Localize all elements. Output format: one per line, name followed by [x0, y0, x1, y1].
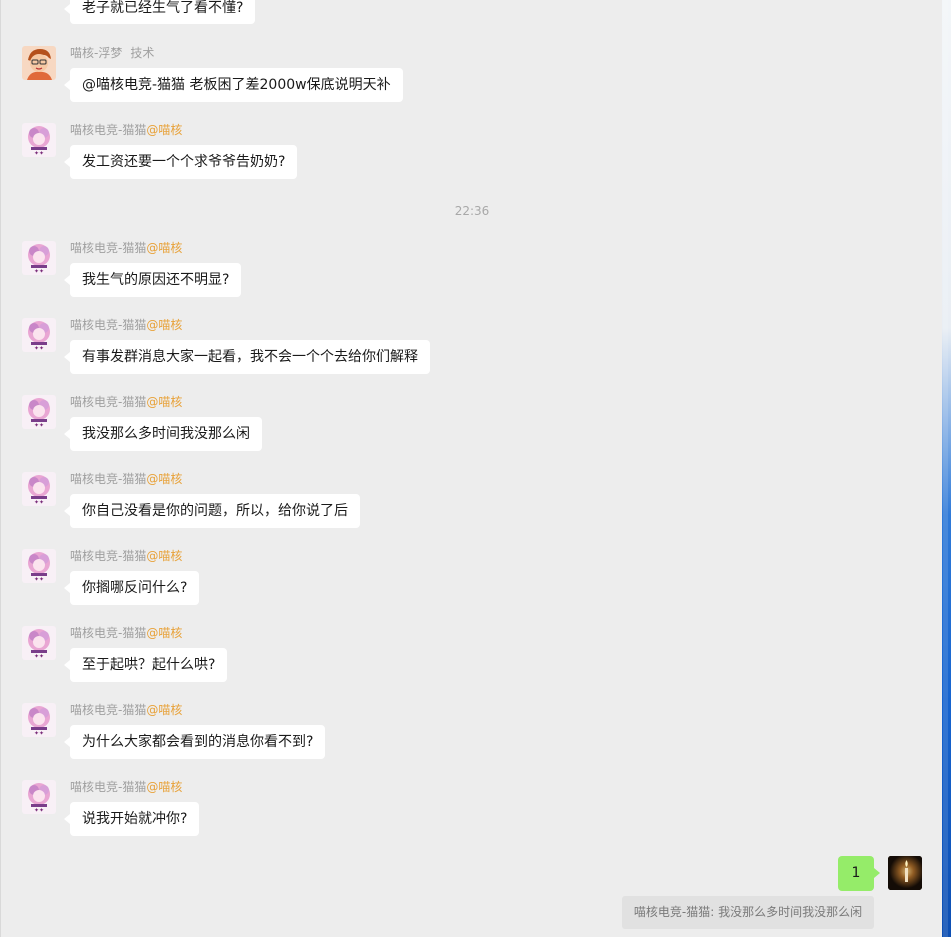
sender-label: 喵核电竞-猫猫 [70, 395, 147, 409]
sender-mention: @喵核 [146, 626, 183, 640]
anime-avatar-icon: ✦✦ [22, 241, 56, 275]
sender-mention: @喵核 [146, 780, 183, 794]
message-bubble[interactable]: 有事发群消息大家一起看，我不会一个个去给你们解释 [64, 340, 430, 374]
sender-label: 喵核-浮梦 [70, 46, 123, 60]
message-bubble-partial[interactable]: 老子就已经生气了看不懂? [63, 0, 256, 24]
anime-avatar-icon: ✦✦ [22, 549, 56, 583]
avatar[interactable]: ✦✦ [22, 703, 56, 737]
message-bubble[interactable]: 你搁哪反问什么? [63, 571, 200, 605]
svg-text:✦✦: ✦✦ [34, 345, 44, 352]
chat-panel: 老子就已经生气了看不懂? 喵核-浮梦 技术 @喵核电竞-猫猫 老板困了差2000w… [0, 0, 943, 937]
sender-mention: @喵核 [146, 549, 183, 563]
anime-avatar-icon: ✦✦ [22, 395, 56, 429]
avatar[interactable]: ✦✦ [22, 318, 56, 352]
avatar[interactable]: ✦✦ [22, 241, 56, 275]
anime-avatar-icon: ✦✦ [22, 318, 56, 352]
message-bubble[interactable]: @喵核电竞-猫猫 老板困了差2000w保底说明天补 [64, 68, 403, 102]
my-avatar[interactable] [888, 856, 922, 890]
cartoon-avatar-icon [22, 46, 56, 80]
sender-label: 喵核电竞-猫猫 [70, 703, 147, 717]
svg-text:✦✦: ✦✦ [34, 576, 44, 583]
scrollbar[interactable] [943, 0, 948, 937]
svg-text:✦✦: ✦✦ [34, 268, 44, 275]
sender-name: 喵核-浮梦 技术 [70, 44, 154, 61]
anime-avatar-icon: ✦✦ [22, 123, 56, 157]
message-bubble[interactable]: 你自己没看是你的问题，所以，给你说了后 [64, 494, 360, 528]
svg-text:✦✦: ✦✦ [34, 807, 44, 814]
message-bubble[interactable]: 我生气的原因还不明显? [63, 263, 242, 297]
avatar[interactable]: ✦✦ [22, 123, 56, 157]
avatar[interactable]: ✦✦ [22, 549, 56, 583]
sender-label: 喵核电竞-猫猫 [70, 472, 147, 486]
anime-avatar-icon: ✦✦ [22, 472, 56, 506]
message-bubble[interactable]: 为什么大家都会看到的消息你看不到? [63, 725, 326, 759]
sender-label: 喵核电竞-猫猫 [70, 318, 147, 332]
quoted-message[interactable]: 喵核电竞-猫猫: 我没那么多时间我没那么闲 [622, 896, 874, 929]
avatar[interactable]: ✦✦ [22, 472, 56, 506]
sender-label: 喵核电竞-猫猫 [70, 626, 147, 640]
sender-name: 喵核电竞-猫猫@喵核 [70, 239, 182, 256]
message-bubble[interactable]: 我没那么多时间我没那么闲 [64, 417, 262, 451]
avatar[interactable] [22, 46, 56, 80]
sender-mention: @喵核 [146, 472, 183, 486]
window-edge [942, 0, 951, 937]
svg-text:✦✦: ✦✦ [34, 150, 44, 157]
sender-mention: @喵核 [146, 241, 183, 255]
message-bubble[interactable]: 发工资还要一个个求爷爷告奶奶? [63, 145, 298, 179]
sender-label: 喵核电竞-猫猫 [70, 780, 147, 794]
sender-name: 喵核电竞-猫猫@喵核 [70, 547, 182, 564]
anime-avatar-icon: ✦✦ [22, 780, 56, 814]
anime-avatar-icon: ✦✦ [22, 626, 56, 660]
sender-mention: @喵核 [146, 318, 183, 332]
sender-label: 喵核电竞-猫猫 [70, 241, 147, 255]
sender-name: 喵核电竞-猫猫@喵核 [70, 624, 182, 641]
message-bubble[interactable]: 说我开始就冲你? [63, 802, 200, 836]
sender-name: 喵核电竞-猫猫@喵核 [70, 393, 182, 410]
sender-mention: @喵核 [146, 123, 183, 137]
avatar[interactable]: ✦✦ [22, 626, 56, 660]
svg-text:✦✦: ✦✦ [34, 499, 44, 506]
svg-text:✦✦: ✦✦ [34, 730, 44, 737]
message-bubble[interactable]: 至于起哄？起什么哄? [63, 648, 228, 682]
avatar[interactable]: ✦✦ [22, 780, 56, 814]
sender-tag: 技术 [130, 46, 155, 60]
avatar[interactable]: ✦✦ [22, 395, 56, 429]
sender-name: 喵核电竞-猫猫@喵核 [70, 316, 182, 333]
sender-name: 喵核电竞-猫猫@喵核 [70, 778, 182, 795]
svg-text:✦✦: ✦✦ [34, 653, 44, 660]
sender-label: 喵核电竞-猫猫 [70, 123, 147, 137]
sender-mention: @喵核 [146, 703, 183, 717]
sender-mention: @喵核 [146, 395, 183, 409]
my-message-bubble[interactable]: 1 [838, 856, 880, 891]
sender-label: 喵核电竞-猫猫 [70, 549, 147, 563]
anime-avatar-icon: ✦✦ [22, 703, 56, 737]
sender-name: 喵核电竞-猫猫@喵核 [70, 470, 182, 487]
sender-name: 喵核电竞-猫猫@喵核 [70, 121, 182, 138]
sender-name: 喵核电竞-猫猫@喵核 [70, 701, 182, 718]
timestamp: 22:36 [454, 204, 490, 218]
candle-avatar-icon [888, 856, 922, 890]
svg-text:✦✦: ✦✦ [34, 422, 44, 429]
